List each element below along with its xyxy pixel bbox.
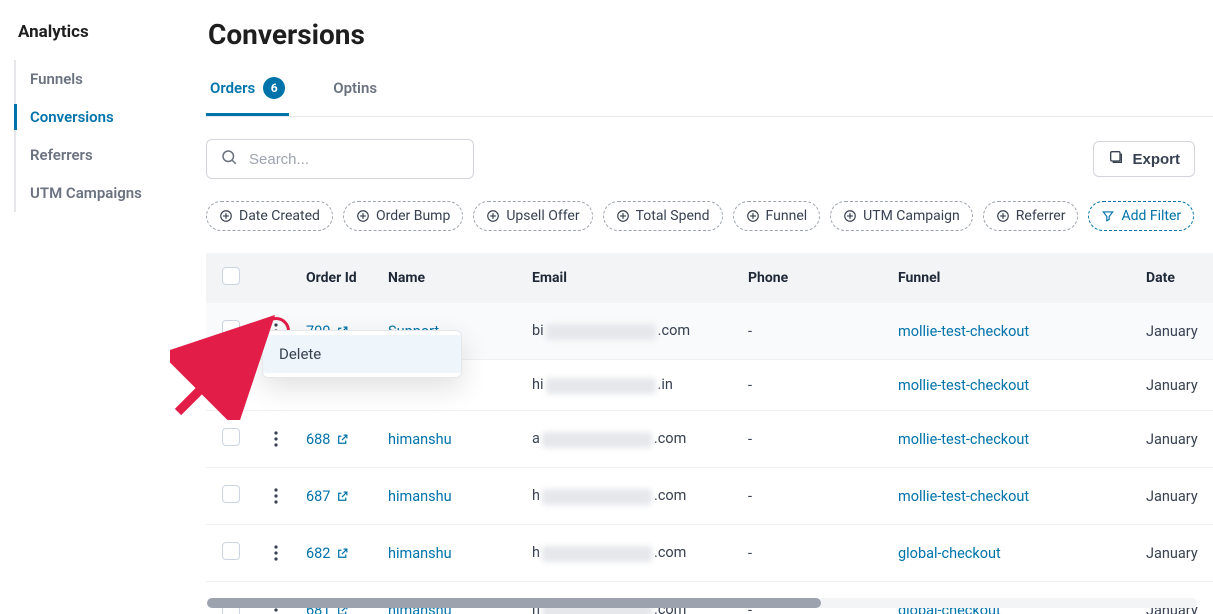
table-row: 682 himanshu h.com-global-checkout January <box>206 525 1213 582</box>
table-row: 687 himanshu h.com-mollie-test-checkout Jan… <box>206 468 1213 525</box>
date-cell: January <box>1138 360 1213 411</box>
export-button[interactable]: Export <box>1093 141 1195 177</box>
phone-cell: - <box>740 303 890 360</box>
redacted-text <box>546 378 656 394</box>
filter-chip-referrer[interactable]: Referrer <box>983 201 1079 231</box>
filter-chip-funnel[interactable]: Funnel <box>733 201 821 231</box>
row-checkbox[interactable] <box>222 320 240 338</box>
th-order-id[interactable]: Order Id <box>298 253 380 303</box>
order-id-link[interactable]: 687 <box>306 488 349 505</box>
redacted-text <box>542 432 652 448</box>
sidebar-item-funnels[interactable]: Funnels <box>16 60 206 98</box>
search-icon <box>220 148 238 170</box>
sidebar-item-referrers[interactable]: Referrers <box>16 136 206 174</box>
conversions-table: Order Id Name Email Phone Funnel Date 70… <box>206 253 1213 614</box>
date-cell: January <box>1138 303 1213 360</box>
th-email[interactable]: Email <box>524 253 740 303</box>
external-link-icon <box>336 547 349 560</box>
row-checkbox[interactable] <box>222 485 240 503</box>
email-cell: hi.in <box>524 360 740 411</box>
funnel-link[interactable]: mollie-test-checkout <box>898 323 1029 340</box>
date-cell: January <box>1138 468 1213 525</box>
email-cell: h.com <box>524 468 740 525</box>
sidebar-item-conversions[interactable]: Conversions <box>16 98 206 136</box>
export-icon <box>1108 149 1124 169</box>
funnel-link[interactable]: mollie-test-checkout <box>898 431 1029 448</box>
table-row: 688 himanshu a.com-mollie-test-checkout Jan… <box>206 411 1213 468</box>
row-menu-button[interactable] <box>262 425 290 453</box>
date-cell: January <box>1138 525 1213 582</box>
scrollbar-thumb[interactable] <box>207 598 821 608</box>
row-checkbox[interactable] <box>222 542 240 560</box>
filter-chips: Date Created Order Bump Upsell Offer Tot… <box>206 201 1213 231</box>
email-cell: h.com <box>524 525 740 582</box>
email-cell: bi.com <box>524 303 740 360</box>
search-input[interactable] <box>206 139 474 179</box>
main-content: Conversions Orders 6 Optins Export <box>206 0 1213 614</box>
sidebar: Analytics Funnels Conversions Referrers … <box>0 0 206 614</box>
filter-chip-upsell-offer[interactable]: Upsell Offer <box>473 201 592 231</box>
filter-chip-utm-campaign[interactable]: UTM Campaign <box>830 201 973 231</box>
name-link[interactable]: himanshu <box>388 488 452 505</box>
email-cell: a.com <box>524 411 740 468</box>
select-all-checkbox[interactable] <box>222 267 240 285</box>
filter-chip-total-spend[interactable]: Total Spend <box>603 201 723 231</box>
add-filter-button[interactable]: Add Filter <box>1088 201 1194 231</box>
redacted-text <box>546 324 656 340</box>
th-date[interactable]: Date <box>1138 253 1213 303</box>
external-link-icon <box>336 433 349 446</box>
funnel-link[interactable]: mollie-test-checkout <box>898 377 1029 394</box>
tab-badge: 6 <box>263 77 285 99</box>
phone-cell: - <box>740 411 890 468</box>
filter-chip-order-bump[interactable]: Order Bump <box>343 201 463 231</box>
row-menu-button[interactable] <box>262 482 290 510</box>
tab-label: Optins <box>333 79 377 97</box>
th-funnel[interactable]: Funnel <box>890 253 1138 303</box>
funnel-link[interactable]: global-checkout <box>898 545 1001 562</box>
row-checkbox[interactable] <box>222 428 240 446</box>
delete-action[interactable]: Delete <box>263 335 461 373</box>
th-phone[interactable]: Phone <box>740 253 890 303</box>
row-menu-button[interactable] <box>262 539 290 567</box>
external-link-icon <box>336 490 349 503</box>
phone-cell: - <box>740 525 890 582</box>
phone-cell: - <box>740 360 890 411</box>
tab-orders[interactable]: Orders 6 <box>206 77 289 116</box>
page-title: Conversions <box>208 18 1213 51</box>
export-label: Export <box>1132 151 1180 168</box>
row-checkbox[interactable] <box>222 374 240 392</box>
sidebar-item-utm-campaigns[interactable]: UTM Campaigns <box>16 174 206 212</box>
redacted-text <box>542 489 652 505</box>
row-action-menu: Delete <box>262 330 462 378</box>
horizontal-scrollbar[interactable] <box>207 598 1197 608</box>
tab-optins[interactable]: Optins <box>329 79 381 114</box>
sidebar-title: Analytics <box>14 22 206 42</box>
date-cell: January <box>1138 411 1213 468</box>
filter-chip-date-created[interactable]: Date Created <box>206 201 333 231</box>
search-box <box>206 139 474 179</box>
tabs: Orders 6 Optins <box>206 77 1213 117</box>
table-header-row: Order Id Name Email Phone Funnel Date <box>206 253 1213 303</box>
redacted-text <box>542 546 652 562</box>
th-name[interactable]: Name <box>380 253 524 303</box>
tab-label: Orders <box>210 79 255 97</box>
order-id-link[interactable]: 688 <box>306 431 349 448</box>
funnel-link[interactable]: mollie-test-checkout <box>898 488 1029 505</box>
name-link[interactable]: himanshu <box>388 431 452 448</box>
sidebar-nav: Funnels Conversions Referrers UTM Campai… <box>14 60 206 212</box>
phone-cell: - <box>740 468 890 525</box>
order-id-link[interactable]: 682 <box>306 545 349 562</box>
name-link[interactable]: himanshu <box>388 545 452 562</box>
